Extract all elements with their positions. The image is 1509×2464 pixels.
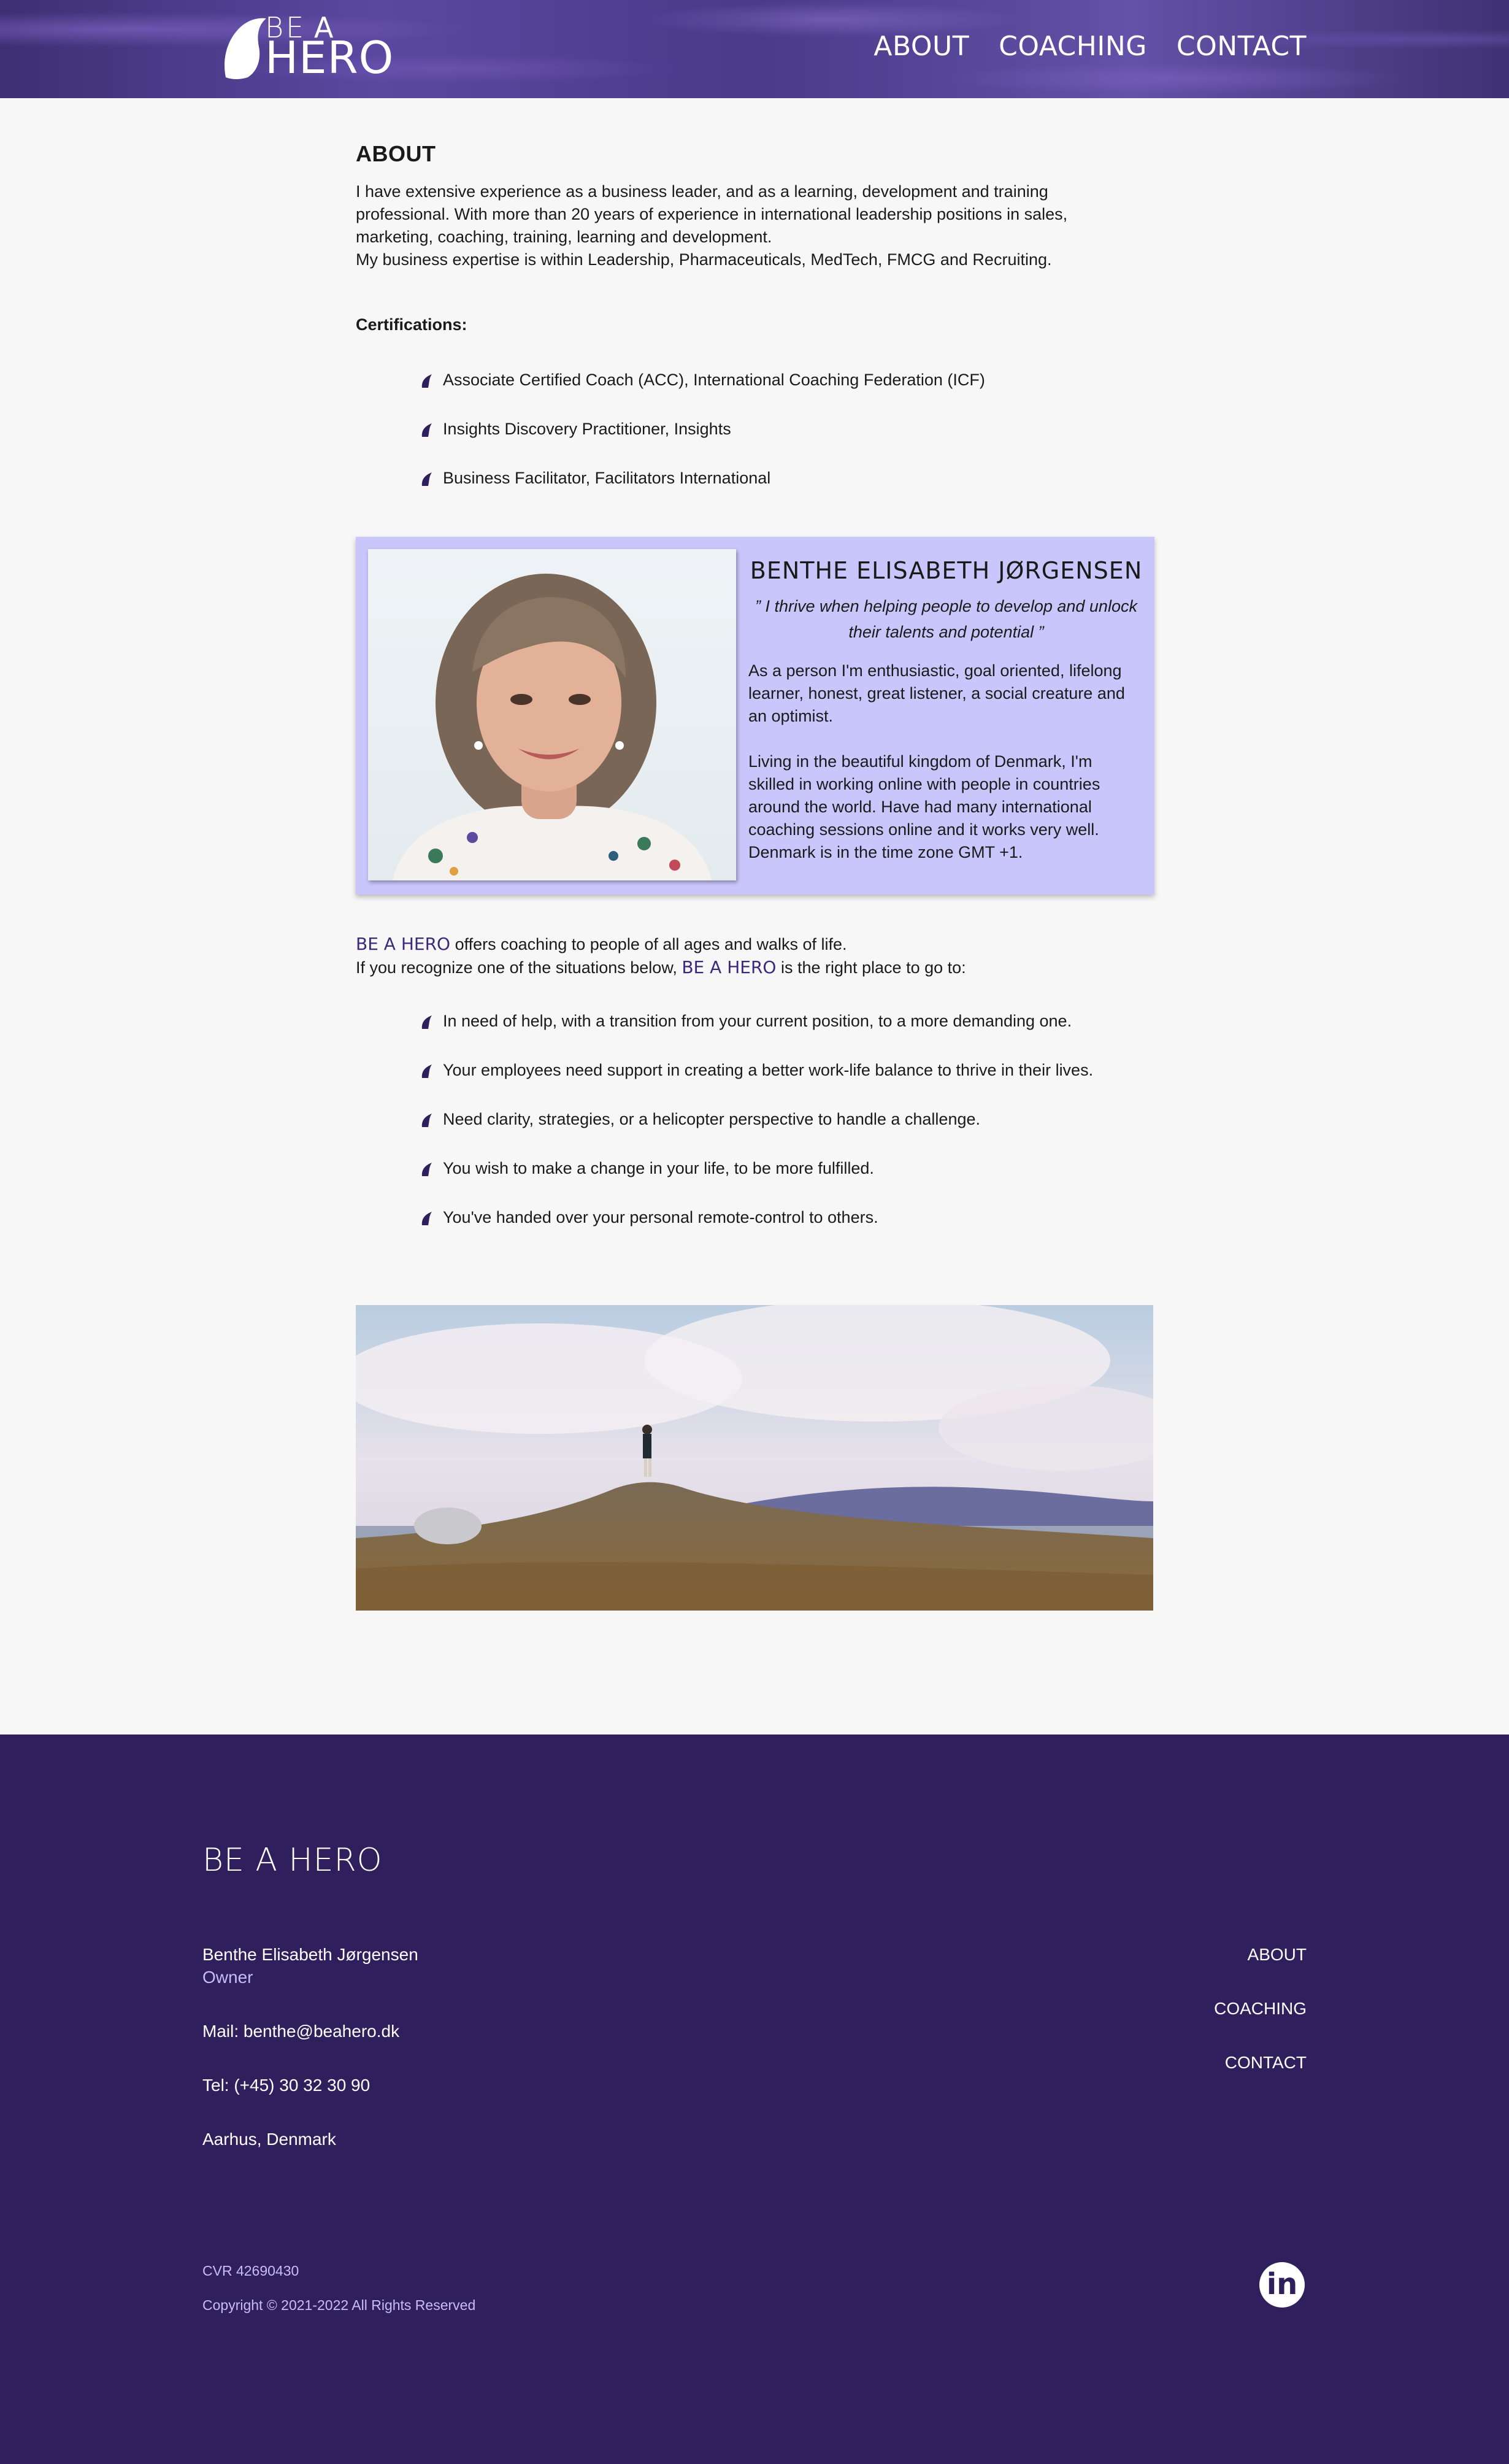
situation-text: Need clarity, strategies, or a helicopte…: [443, 1110, 980, 1128]
footer-mail[interactable]: Mail: benthe@beahero.dk: [202, 2022, 399, 2041]
list-item: Need clarity, strategies, or a helicopte…: [421, 1108, 1153, 1131]
nav-about[interactable]: ABOUT: [874, 31, 969, 62]
footer-nav-about[interactable]: ABOUT: [1248, 1945, 1307, 1965]
portrait-illustration: [393, 574, 712, 880]
list-item: You wish to make a change in your life, …: [421, 1157, 1153, 1180]
wing-bullet-icon: [421, 1065, 432, 1078]
list-item: You've handed over your personal remote-…: [421, 1206, 1153, 1229]
brand-name: BE A HERO: [682, 957, 777, 977]
nav-coaching[interactable]: COACHING: [999, 31, 1147, 62]
profile-quote: ” I thrive when helping people to develo…: [748, 593, 1144, 645]
quote-line: ” I thrive when helping people to develo…: [755, 597, 1137, 615]
wing-bullet-icon: [421, 1163, 432, 1176]
wing-bullet-icon: [421, 472, 432, 486]
linkedin-glyph: in: [1266, 2267, 1298, 2301]
list-item: Associate Certified Coach (ACC), Interna…: [421, 369, 1153, 391]
profile-line: As a person I'm enthusiastic, goal orien…: [748, 661, 1122, 680]
offer-line-1: BE A HERO offers coaching to people of a…: [356, 933, 1153, 956]
profile-line: an optimist.: [748, 707, 834, 725]
situation-text: Your employees need support in creating …: [443, 1061, 1094, 1079]
profile-line: around the world. Have had many internat…: [748, 798, 1092, 816]
profile-card: BENTHE ELISABETH JØRGENSEN ” I thrive wh…: [356, 537, 1154, 895]
footer-owner-role: Owner: [202, 1968, 253, 1987]
portrait-photo: [368, 549, 736, 880]
footer-logo[interactable]: BE A HERO: [202, 1842, 383, 1879]
footer-phone[interactable]: Tel: (+45) 30 32 30 90: [202, 2076, 370, 2095]
list-item: Your employees need support in creating …: [421, 1059, 1153, 1082]
mountain-landscape-photo: [356, 1305, 1153, 1611]
wing-bullet-icon: [421, 374, 432, 388]
wing-bullet-icon: [421, 1114, 432, 1127]
profile-name: BENTHE ELISABETH JØRGENSEN: [750, 557, 1143, 584]
site-footer: BE A HERO Benthe Elisabeth Jørgensen Own…: [0, 1734, 1509, 2464]
wing-logo-icon: [225, 18, 266, 79]
profile-line: Denmark is in the time zone GMT +1.: [748, 843, 1023, 861]
about-section: ABOUT I have extensive experience as a b…: [356, 141, 1153, 516]
about-line: professional. With more than 20 years of…: [356, 205, 1068, 223]
footer-copyright: Copyright © 2021-2022 All Rights Reserve…: [202, 2297, 476, 2313]
profile-line: coaching sessions online and it works ve…: [748, 820, 1099, 839]
offer-text: If you recognize one of the situations b…: [356, 958, 682, 977]
profile-paragraph-location: Living in the beautiful kingdom of Denma…: [748, 750, 1141, 864]
wing-bullet-icon: [421, 1015, 432, 1029]
list-item: Insights Discovery Practitioner, Insight…: [421, 418, 1153, 441]
offer-text: is the right place to go to:: [776, 958, 966, 977]
about-line: I have extensive experience as a busines…: [356, 182, 1048, 201]
footer-nav-coaching[interactable]: COACHING: [1214, 1999, 1307, 2019]
list-item: In need of help, with a transition from …: [421, 1010, 1153, 1033]
brand-name: BE A HERO: [356, 934, 451, 954]
nav-contact[interactable]: CONTACT: [1177, 31, 1307, 62]
linkedin-icon[interactable]: in: [1259, 2262, 1305, 2308]
site-header: BE A HERO ABOUT COACHING CONTACT: [0, 0, 1509, 98]
main-nav: ABOUT COACHING CONTACT: [874, 31, 1307, 62]
certifications-title: Certifications:: [356, 315, 467, 334]
situation-text: You've handed over your personal remote-…: [443, 1208, 878, 1226]
site-logo[interactable]: BE A HERO: [221, 11, 393, 83]
footer-nav-contact[interactable]: CONTACT: [1225, 2053, 1307, 2073]
profile-line: Living in the beautiful kingdom of Denma…: [748, 752, 1092, 771]
situations-list: In need of help, with a transition from …: [421, 1010, 1153, 1229]
offer-text: offers coaching to people of all ages an…: [450, 935, 847, 953]
offer-line-2: If you recognize one of the situations b…: [356, 956, 1153, 979]
profile-line: learner, honest, great listener, a socia…: [748, 684, 1125, 703]
offer-section: BE A HERO offers coaching to people of a…: [356, 933, 1153, 1255]
situation-text: In need of help, with a transition from …: [443, 1012, 1072, 1030]
footer-cvr: CVR 42690430: [202, 2263, 299, 2279]
footer-city: Aarhus, Denmark: [202, 2130, 336, 2149]
logo-hero: HERO: [265, 32, 394, 83]
profile-line: skilled in working online with people in…: [748, 775, 1100, 793]
about-line: marketing, coaching, training, learning …: [356, 228, 772, 246]
footer-owner-name: Benthe Elisabeth Jørgensen: [202, 1945, 418, 1964]
certifications-list: Associate Certified Coach (ACC), Interna…: [421, 369, 1153, 490]
situation-text: You wish to make a change in your life, …: [443, 1159, 874, 1177]
about-line: My business expertise is within Leadersh…: [356, 250, 1052, 269]
quote-line: their talents and potential ”: [848, 623, 1044, 641]
wing-bullet-icon: [421, 423, 432, 437]
cert-text: Insights Discovery Practitioner, Insight…: [443, 420, 731, 438]
landscape-illustration: [356, 1305, 1153, 1611]
wing-bullet-icon: [421, 1212, 432, 1225]
cert-text: Business Facilitator, Facilitators Inter…: [443, 469, 771, 487]
profile-paragraph-personality: As a person I'm enthusiastic, goal orien…: [748, 660, 1141, 728]
list-item: Business Facilitator, Facilitators Inter…: [421, 467, 1153, 490]
about-heading: ABOUT: [356, 141, 436, 166]
cert-text: Associate Certified Coach (ACC), Interna…: [443, 371, 985, 389]
